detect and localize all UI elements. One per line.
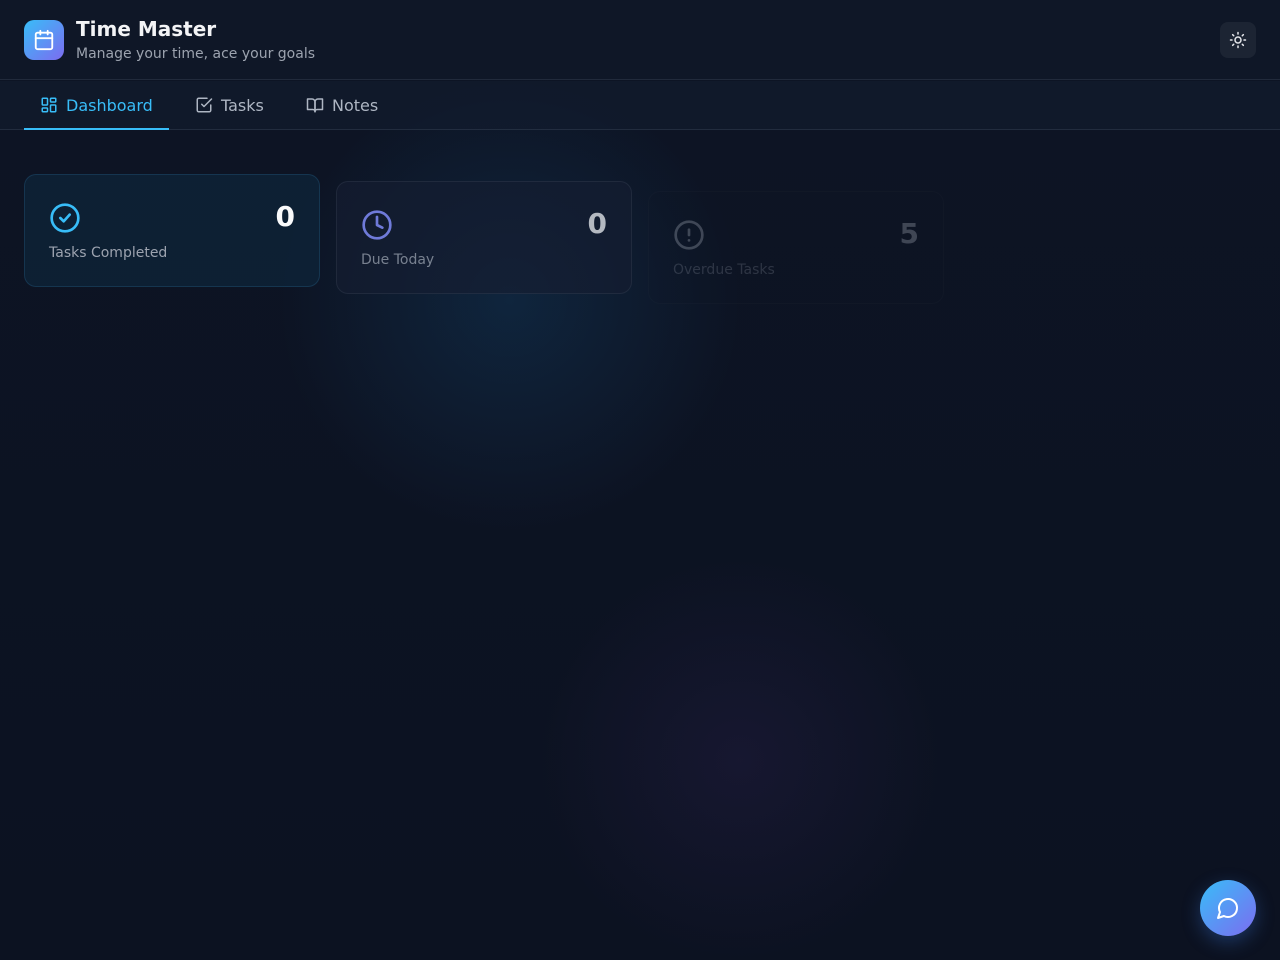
app-title: Time Master bbox=[76, 17, 217, 41]
sun-icon bbox=[1229, 31, 1247, 49]
tab-dashboard[interactable]: Dashboard bbox=[24, 81, 169, 130]
chat-button[interactable] bbox=[1200, 880, 1256, 936]
app-logo bbox=[24, 20, 64, 60]
tab-notes[interactable]: Notes bbox=[306, 81, 378, 129]
tab-dashboard-label: Dashboard bbox=[66, 95, 153, 115]
stat-label: Due Today bbox=[361, 252, 435, 268]
page-background bbox=[0, 0, 1280, 960]
stat-card-tasks-completed: 0 Tasks Completed bbox=[24, 174, 320, 287]
app-subtitle: Manage your time, ace your goals bbox=[76, 46, 316, 62]
stat-value: 5 bbox=[899, 217, 919, 250]
stat-label: Overdue Tasks bbox=[673, 262, 775, 278]
tab-tasks-label: Tasks bbox=[221, 95, 264, 115]
stat-value: 0 bbox=[587, 207, 607, 240]
app-header: Time Master Manage your time, ace your g… bbox=[0, 0, 1280, 80]
theme-toggle-button[interactable] bbox=[1220, 22, 1256, 58]
tab-notes-label: Notes bbox=[332, 95, 379, 115]
calendar-icon bbox=[34, 29, 54, 51]
dashboard-grid-icon bbox=[41, 97, 57, 113]
tab-tasks[interactable]: Tasks bbox=[195, 81, 264, 129]
stat-card-overdue-tasks: 5 Overdue Tasks bbox=[648, 191, 944, 304]
stat-label: Tasks Completed bbox=[49, 245, 168, 261]
clock-icon bbox=[362, 210, 392, 240]
book-icon bbox=[306, 98, 324, 113]
stat-card-due-today: 0 Due Today bbox=[336, 181, 632, 294]
alert-circle-icon bbox=[674, 220, 704, 250]
stat-value: 0 bbox=[275, 200, 295, 233]
check-circle-icon bbox=[50, 203, 80, 233]
checkbox-icon bbox=[196, 97, 213, 113]
chat-bubble-icon bbox=[1217, 898, 1238, 919]
main-tabs: Dashboard Tasks Notes bbox=[0, 81, 1280, 130]
